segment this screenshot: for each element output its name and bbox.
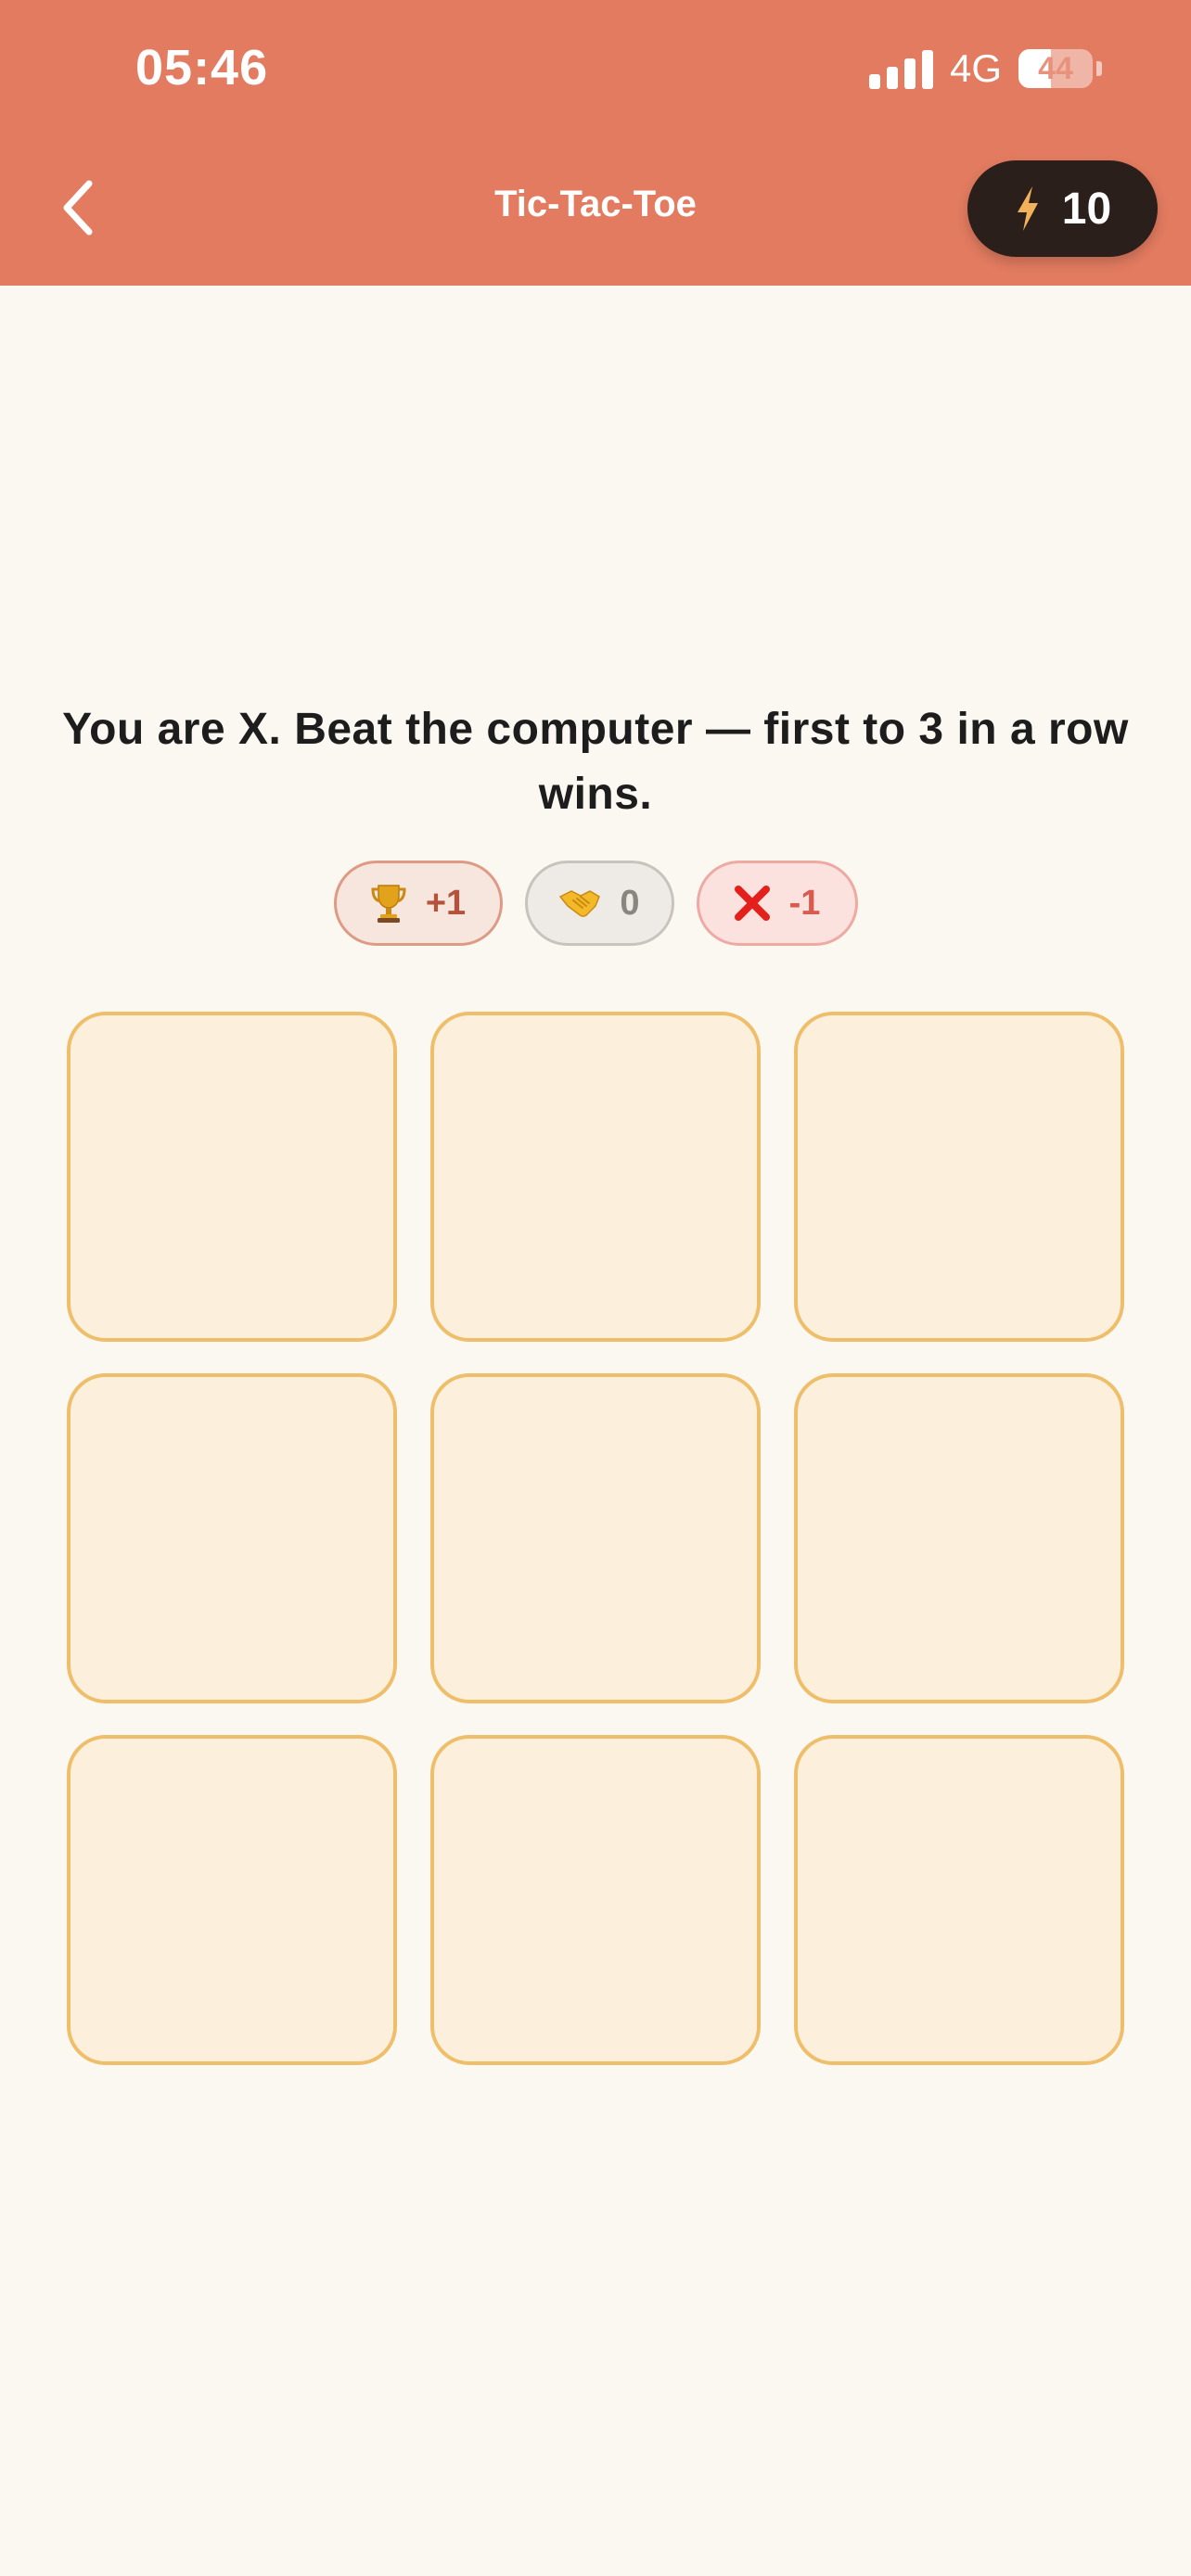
handshake-icon	[559, 890, 601, 917]
top-bar: 05:46 4G 44 Tic-Tac-Toe 10	[0, 0, 1191, 286]
board-cell-6[interactable]	[794, 1373, 1124, 1703]
draws-value: 0	[620, 883, 640, 923]
game-board	[67, 1012, 1124, 2065]
trophy-icon	[371, 885, 406, 923]
battery-icon: 44	[1018, 49, 1093, 88]
game-instructions: You are X. Beat the computer — first to …	[62, 705, 1129, 819]
board-cell-1[interactable]	[67, 1012, 397, 1342]
lightning-bolt-icon	[1017, 186, 1038, 231]
losses-value: -1	[788, 883, 821, 923]
cross-mark-icon	[734, 886, 770, 921]
board-cell-2[interactable]	[430, 1012, 761, 1342]
status-time: 05:46	[135, 40, 269, 96]
energy-badge[interactable]: 10	[967, 160, 1158, 257]
score-row: +1 0 -1	[0, 861, 1191, 946]
battery-tip	[1096, 61, 1102, 76]
wins-value: +1	[425, 883, 467, 923]
status-indicators: 4G 44	[868, 46, 1102, 91]
board-cell-5[interactable]	[430, 1373, 761, 1703]
board-cell-4[interactable]	[67, 1373, 397, 1703]
draws-score-badge: 0	[524, 861, 674, 946]
network-type: 4G	[949, 46, 1002, 90]
board-cell-7[interactable]	[67, 1735, 397, 2065]
losses-score-badge: -1	[696, 861, 858, 946]
battery-level: 44	[1038, 50, 1073, 86]
board-cell-8[interactable]	[430, 1735, 761, 2065]
board-cell-3[interactable]	[794, 1012, 1124, 1342]
signal-icon	[868, 48, 933, 89]
board-cell-9[interactable]	[794, 1735, 1124, 2065]
energy-count: 10	[1061, 184, 1112, 234]
wins-score-badge: +1	[333, 861, 503, 946]
